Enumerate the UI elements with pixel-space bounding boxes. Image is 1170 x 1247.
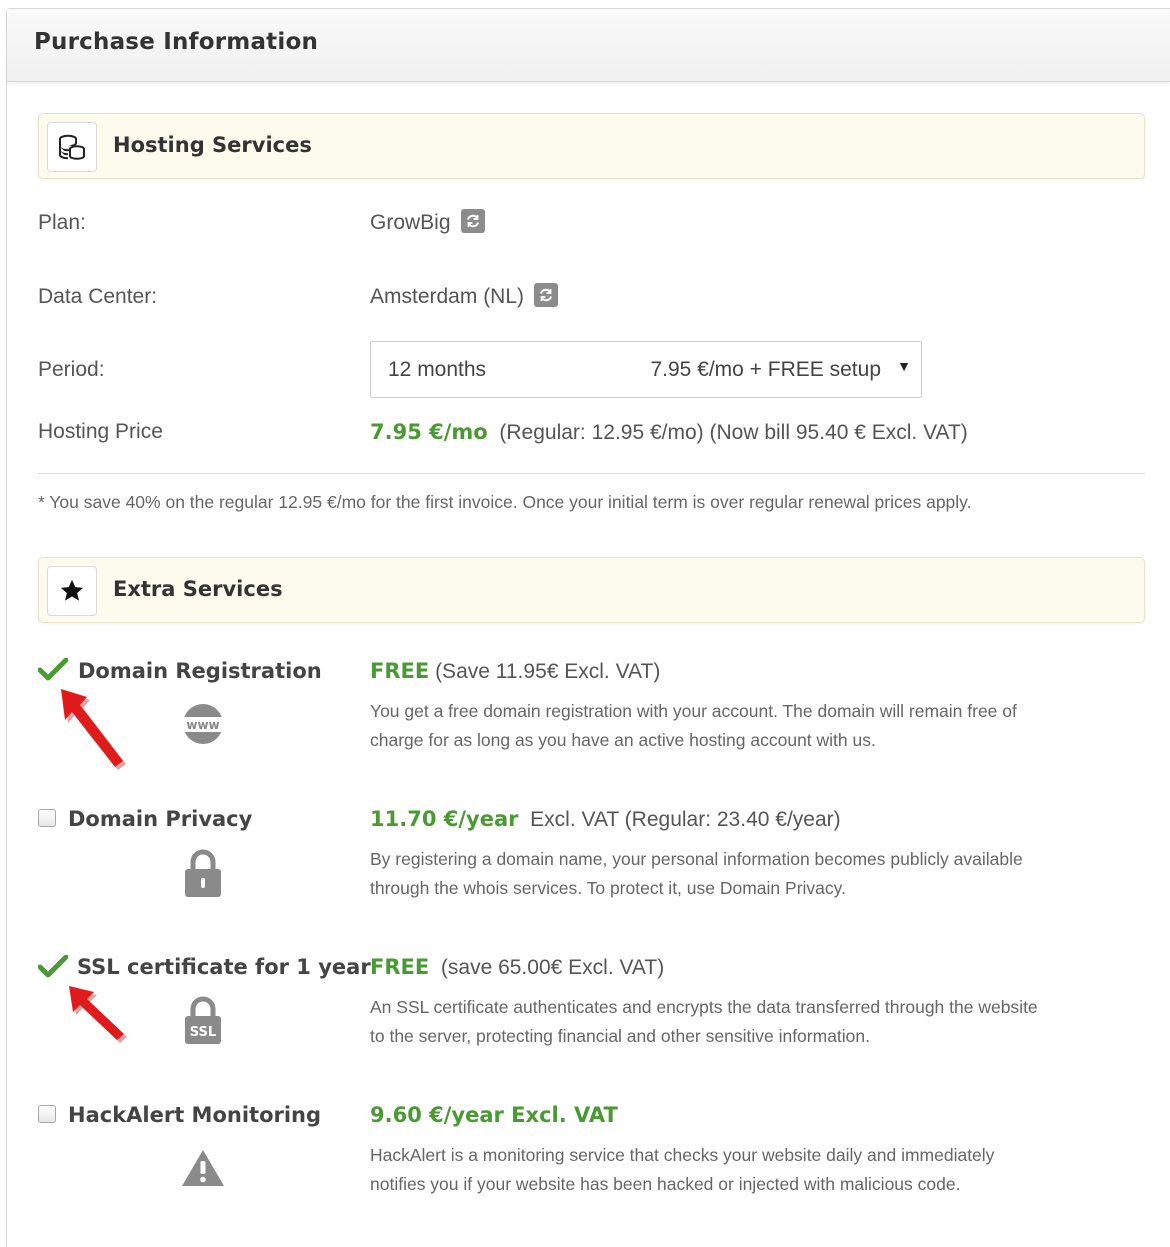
purchase-information-panel: Purchase Information [6, 8, 1170, 1247]
domain-registration-description: You get a free domain registration with … [370, 697, 1145, 755]
hosting-price-value: 7.95 €/mo [370, 420, 488, 444]
domain-privacy-name: Domain Privacy [68, 807, 253, 831]
period-select-term: 12 months [388, 358, 487, 381]
period-label: Period: [38, 358, 105, 381]
change-plan-refresh-icon[interactable] [460, 209, 485, 234]
coins-stack-icon [47, 122, 97, 172]
panel-title: Purchase Information [34, 29, 319, 55]
hosting-price-label: Hosting Price [38, 420, 163, 443]
ssl-certificate-price-row: FREE (save 65.00€ Excl. VAT) [370, 955, 664, 980]
description-line: to the server, protecting financial and … [370, 1026, 870, 1046]
divider [38, 473, 1145, 474]
ssl-lock-text: SSL [190, 1025, 216, 1040]
description-line: through the whois services. To protect i… [370, 878, 846, 898]
svg-text:www: www [186, 718, 219, 732]
datacenter-label: Data Center: [38, 285, 158, 308]
plan-value: GrowBig [370, 211, 451, 234]
hackalert-checkbox[interactable] [38, 1105, 56, 1123]
description-line: An SSL certificate authenticates and enc… [370, 997, 1038, 1017]
extra-services-title: Extra Services [113, 577, 283, 601]
ssl-certificate-name: SSL certificate for 1 year [77, 955, 371, 979]
padlock-icon [185, 849, 221, 897]
datacenter-value-row: Amsterdam (NL) [370, 283, 559, 309]
checkmark-icon[interactable] [38, 658, 68, 682]
domain-registration-name: Domain Registration [78, 659, 322, 683]
hackalert-description: HackAlert is a monitoring service that c… [370, 1141, 1145, 1199]
panel-header: Purchase Information [7, 9, 1170, 82]
period-select[interactable]: 12 months 7.95 €/mo + FREE setup ▼ [370, 341, 922, 398]
description-line: HackAlert is a monitoring service that c… [370, 1145, 995, 1165]
star-icon [47, 566, 97, 616]
hosting-price-row: 7.95 €/mo (Regular: 12.95 €/mo) (Now bil… [370, 420, 968, 445]
chevron-down-icon: ▼ [897, 358, 911, 374]
period-select-price: 7.95 €/mo + FREE setup [650, 358, 881, 381]
hosting-services-header: Hosting Services [38, 113, 1145, 179]
checkmark-icon[interactable] [38, 955, 68, 979]
datacenter-value: Amsterdam (NL) [370, 285, 525, 308]
description-line: charge for as long as you have an active… [370, 730, 876, 750]
hosting-services-title: Hosting Services [113, 133, 312, 157]
hosting-price-detail: (Regular: 12.95 €/mo) (Now bill 95.40 € … [499, 421, 968, 444]
domain-registration-price-row: FREE (Save 11.95€ Excl. VAT) [370, 659, 660, 684]
savings-note: * You save 40% on the regular 12.95 €/mo… [38, 492, 972, 512]
plan-value-row: GrowBig [370, 209, 485, 235]
description-line: By registering a domain name, your perso… [370, 849, 1023, 869]
plan-label: Plan: [38, 211, 86, 234]
domain-registration-price-detail: (Save 11.95€ Excl. VAT) [435, 660, 661, 683]
www-globe-icon: www [181, 704, 225, 744]
domain-privacy-price-row: 11.70 €/year Excl. VAT (Regular: 23.40 €… [370, 807, 841, 832]
domain-privacy-description: By registering a domain name, your perso… [370, 845, 1145, 903]
red-arrow-annotation [61, 689, 126, 770]
change-datacenter-refresh-icon[interactable] [534, 283, 559, 308]
hackalert-name: HackAlert Monitoring [68, 1103, 322, 1127]
ssl-certificate-description: An SSL certificate authenticates and enc… [370, 993, 1145, 1051]
red-arrow-annotation [69, 986, 127, 1043]
warning-triangle-icon [182, 1150, 224, 1186]
ssl-certificate-price-detail: (save 65.00€ Excl. VAT) [440, 956, 665, 979]
ssl-lock-icon: SSL [185, 996, 221, 1044]
domain-privacy-price: 11.70 €/year [370, 807, 519, 831]
description-line: notifies you if your website has been ha… [370, 1174, 961, 1194]
ssl-certificate-price: FREE [370, 955, 430, 979]
domain-privacy-price-detail: Excl. VAT (Regular: 23.40 €/year) [530, 808, 841, 831]
domain-privacy-checkbox[interactable] [38, 809, 56, 827]
domain-registration-price: FREE [370, 659, 430, 683]
description-line: You get a free domain registration with … [370, 701, 1017, 721]
extra-services-header: Extra Services [38, 557, 1145, 623]
hackalert-price: 9.60 €/year Excl. VAT [370, 1103, 618, 1127]
hackalert-price-row: 9.60 €/year Excl. VAT [370, 1103, 618, 1128]
